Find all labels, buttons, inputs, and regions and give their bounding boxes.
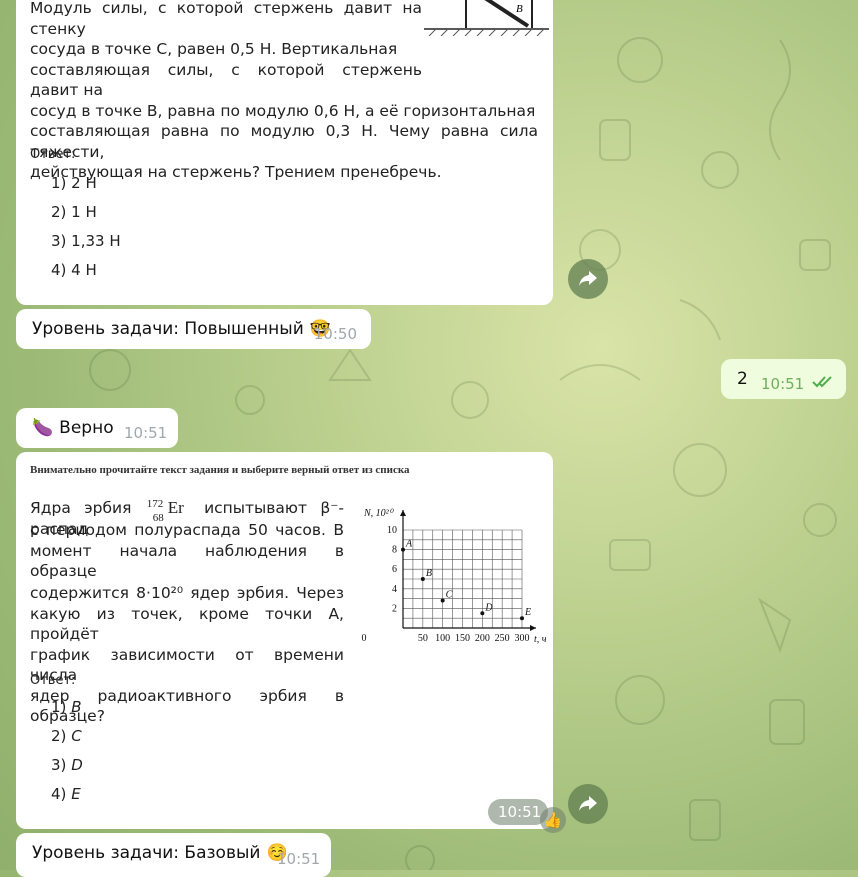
y-tick-label: 6 bbox=[392, 564, 397, 575]
message-time: 10:50 bbox=[313, 325, 357, 343]
x-tick-label: 50 bbox=[418, 633, 428, 644]
option-3[interactable]: 3) 1,33 Н bbox=[51, 227, 121, 256]
task-message-2: Внимательно прочитайте текст задания и в… bbox=[16, 452, 553, 829]
level-text: Уровень задачи: Повышенный bbox=[32, 319, 304, 339]
forward-icon bbox=[579, 796, 597, 811]
option-1[interactable]: 1) B bbox=[51, 693, 83, 722]
data-point-b bbox=[420, 577, 425, 581]
isotope-notation: 172 68 Er bbox=[146, 498, 184, 524]
x-axis-label: t, ч bbox=[534, 634, 546, 645]
forward-button-1[interactable] bbox=[568, 259, 608, 299]
task-line: сосуд в точке B, равна по модулю 0,6 Н, … bbox=[30, 101, 536, 120]
y-tick-label: 2 bbox=[392, 603, 397, 614]
y-axis-label: N, 10²⁰ bbox=[363, 508, 395, 519]
option-4[interactable]: 4) 4 Н bbox=[51, 256, 121, 285]
x-tick-label: 250 bbox=[495, 633, 510, 644]
answer-options: 1) 2 Н 2) 1 Н 3) 1,33 Н 4) 4 Н bbox=[51, 169, 121, 285]
thumbs-up-icon: 👍 bbox=[543, 811, 563, 829]
task-line: Модуль силы, с которой стержень давит на… bbox=[30, 0, 422, 38]
task-line: момент начала наблюдения в образце bbox=[30, 541, 344, 581]
data-point-c bbox=[440, 598, 445, 603]
task-line: содержится 8·10²⁰ ядер эрбия. Через bbox=[30, 583, 344, 602]
level-message-2: Уровень задачи: Базовый ☺️ 10:51 bbox=[16, 833, 331, 877]
point-label-a: A bbox=[405, 539, 413, 550]
time-pill: 10:51 bbox=[488, 799, 548, 825]
outgoing-text: 2 bbox=[737, 369, 748, 389]
message-time: 10:51 bbox=[124, 424, 168, 442]
point-label-e: E bbox=[524, 607, 531, 618]
point-label-d: D bbox=[484, 602, 493, 613]
eggplant-icon: 🍆 bbox=[32, 418, 54, 438]
x-tick-label: 150 bbox=[455, 633, 470, 644]
answer-label: Ответ: bbox=[30, 147, 76, 162]
task-line: сосуда в точке C, равен 0,5 Н. Вертикаль… bbox=[30, 40, 398, 58]
answer-options: 1) B 2) C 3) D 4) E bbox=[51, 693, 83, 809]
x-tick-label: 300 bbox=[515, 633, 530, 644]
outgoing-message: 2 10:51 bbox=[721, 359, 846, 399]
verdict-message: 🍆 Верно 10:51 bbox=[16, 408, 178, 448]
verdict-text: Верно bbox=[59, 418, 114, 438]
task-line: составляющая равна по модулю 0,3 Н. Чему… bbox=[30, 122, 538, 161]
decay-chart: 50 100 150 200 250 3002468100 t, чN, 10²⁰ABCD E bbox=[362, 508, 547, 645]
point-label-c: C bbox=[446, 590, 453, 601]
task-line: с периодом полураспада 50 часов. В bbox=[30, 521, 344, 539]
x-axis-arrow bbox=[530, 625, 536, 631]
option-4[interactable]: 4) E bbox=[51, 780, 83, 809]
task-line: составляющая силы, с которой стержень да… bbox=[30, 60, 422, 100]
level-message-1: Уровень задачи: Повышенный 🤓 10:50 bbox=[16, 309, 371, 349]
message-time: 10:51 bbox=[498, 803, 542, 821]
option-2[interactable]: 2) C bbox=[51, 722, 83, 751]
figure-label-b: B bbox=[516, 3, 523, 15]
data-point-a bbox=[401, 547, 405, 552]
data-point-e bbox=[520, 616, 524, 621]
forward-button-2[interactable] bbox=[568, 784, 608, 824]
task-line: какую из точек, кроме точки A, пройдёт bbox=[30, 604, 344, 644]
answer-label: Ответ: bbox=[30, 673, 76, 688]
task-line: Ядра эрбия 172 68 Er испытывают β⁻-распа… bbox=[30, 498, 344, 538]
forward-icon bbox=[579, 271, 597, 286]
message-time: 10:51 bbox=[277, 850, 321, 868]
point-label-b: B bbox=[426, 568, 432, 579]
y-axis-arrow bbox=[400, 510, 406, 516]
y-tick-label: 4 bbox=[392, 584, 397, 595]
thumbs-up-reaction[interactable]: 👍 bbox=[540, 807, 566, 833]
level-text: Уровень задачи: Базовый bbox=[32, 843, 261, 863]
task-line: график зависимости от времени числа bbox=[30, 645, 344, 685]
option-1[interactable]: 1) 2 Н bbox=[51, 169, 121, 198]
option-2[interactable]: 2) 1 Н bbox=[51, 198, 121, 227]
double-check-icon bbox=[812, 376, 832, 388]
option-3[interactable]: 3) D bbox=[51, 751, 83, 780]
task-header: Внимательно прочитайте текст задания и в… bbox=[30, 464, 410, 476]
y-tick-label: 10 bbox=[387, 525, 397, 536]
y-tick-label: 8 bbox=[392, 545, 397, 556]
task-message-1: Модуль силы, с которой стержень давит на… bbox=[16, 0, 553, 305]
x-tick-label: 200 bbox=[475, 633, 490, 644]
vessel-figure: B bbox=[424, 0, 549, 36]
origin-label: 0 bbox=[362, 633, 367, 644]
data-point-d bbox=[480, 611, 485, 616]
message-time: 10:51 bbox=[761, 375, 805, 393]
x-tick-label: 100 bbox=[435, 633, 450, 644]
